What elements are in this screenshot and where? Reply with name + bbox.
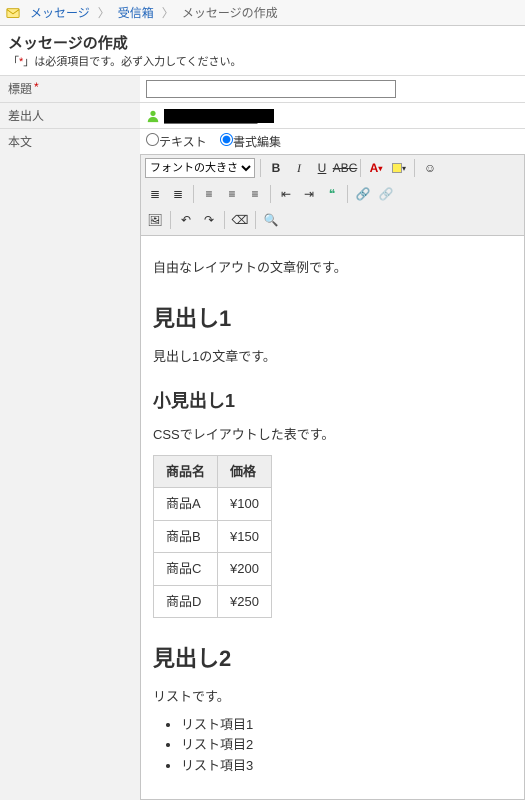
row-subject: 標題* — [0, 75, 525, 102]
subject-input[interactable] — [146, 80, 396, 98]
label-body: 本文 — [0, 129, 140, 800]
content-list-intro: リストです。 — [153, 687, 512, 707]
table-header-row: 商品名 価格 — [154, 455, 272, 488]
list-item: リスト項目1 — [181, 715, 512, 736]
heading-2: 小見出し1 — [153, 388, 512, 415]
required-note: 「*」は必須項目です。必ず入力してください。 — [0, 53, 525, 75]
user-icon — [146, 109, 160, 123]
outdent-button[interactable]: ⇤ — [276, 184, 296, 204]
undo-button[interactable]: ↶ — [176, 210, 196, 230]
ordered-list-button[interactable]: ≣ — [168, 184, 188, 204]
format-text-radio[interactable]: テキスト — [146, 135, 207, 149]
heading-1: 見出し1 — [153, 302, 512, 335]
table-row: 商品C¥200 — [154, 553, 272, 586]
bold-button[interactable]: B — [266, 158, 286, 178]
content-h2-text: CSSでレイアウトした表です。 — [153, 425, 512, 445]
font-size-select[interactable]: フォントの大きさ — [145, 158, 255, 178]
table-row: 商品A¥100 — [154, 488, 272, 521]
clear-format-button[interactable]: ⌫ — [230, 210, 250, 230]
align-right-button[interactable]: ≡ — [245, 184, 265, 204]
label-subject: 標題* — [0, 76, 140, 102]
label-from: 差出人 — [0, 103, 140, 128]
content-intro: 自由なレイアウトの文章例です。 — [153, 258, 512, 278]
content-list: リスト項目1 リスト項目2 リスト項目3 — [181, 715, 512, 777]
row-body: 本文 テキスト 書式編集 フォントの大きさ B I U ABC A▾ ▾ ☺ ≣ — [0, 128, 525, 800]
list-item: リスト項目3 — [181, 756, 512, 777]
redo-button[interactable]: ↷ — [199, 210, 219, 230]
italic-button[interactable]: I — [289, 158, 309, 178]
row-from: 差出人 ███████████ — [0, 102, 525, 128]
heading-1b: 見出し2 — [153, 642, 512, 675]
unordered-list-button[interactable]: ≣ — [145, 184, 165, 204]
table-row: 商品D¥250 — [154, 585, 272, 618]
editor-toolbar: フォントの大きさ B I U ABC A▾ ▾ ☺ ≣ ≣ ≡ ≡ ≡ ⇤ — [140, 154, 525, 236]
format-rich-radio[interactable]: 書式編集 — [220, 135, 281, 149]
chevron-right-icon: 〉 — [96, 4, 112, 21]
strike-button[interactable]: ABC — [335, 158, 355, 178]
unlink-button[interactable]: 🔗 — [376, 184, 396, 204]
message-icon — [6, 6, 20, 20]
page-title: メッセージの作成 — [0, 26, 525, 53]
text-color-button[interactable]: A▾ — [366, 158, 386, 178]
chevron-right-icon: 〉 — [160, 4, 176, 21]
bg-color-button[interactable]: ▾ — [389, 158, 409, 178]
breadcrumb: メッセージ 〉 受信箱 〉 メッセージの作成 — [0, 0, 525, 26]
price-table: 商品名 価格 商品A¥100 商品B¥150 商品C¥200 商品D¥250 — [153, 455, 272, 619]
quote-button[interactable]: ❝ — [322, 184, 342, 204]
list-item: リスト項目2 — [181, 735, 512, 756]
emoji-button[interactable]: ☺ — [420, 158, 440, 178]
align-center-button[interactable]: ≡ — [222, 184, 242, 204]
breadcrumb-item-current: メッセージの作成 — [176, 4, 284, 21]
content-h1-text: 見出し1の文章です。 — [153, 347, 512, 367]
image-button[interactable]: 🖼 — [145, 210, 165, 230]
indent-button[interactable]: ⇥ — [299, 184, 319, 204]
underline-button[interactable]: U — [312, 158, 332, 178]
editor-content[interactable]: 自由なレイアウトの文章例です。 見出し1 見出し1の文章です。 小見出し1 CS… — [140, 236, 525, 800]
preview-button[interactable]: 🔍 — [261, 210, 281, 230]
breadcrumb-item-messages[interactable]: メッセージ — [24, 4, 96, 21]
table-row: 商品B¥150 — [154, 520, 272, 553]
link-button[interactable]: 🔗 — [353, 184, 373, 204]
breadcrumb-item-inbox[interactable]: 受信箱 — [112, 4, 160, 21]
sender-name: ███████████ — [164, 109, 274, 123]
align-left-button[interactable]: ≡ — [199, 184, 219, 204]
